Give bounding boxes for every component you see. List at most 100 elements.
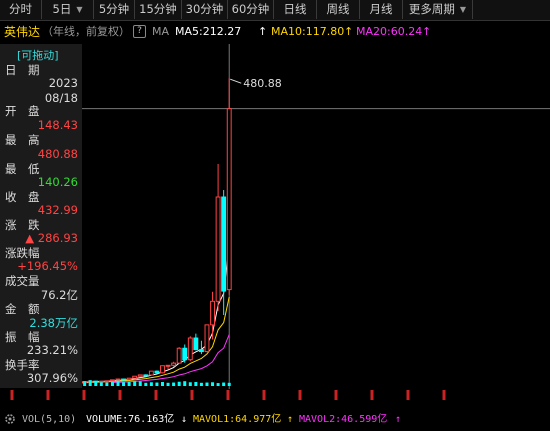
candle-body (176, 347, 182, 364)
volume-label: 成交量 (5, 274, 40, 288)
volume-bar (144, 382, 148, 386)
tab-7[interactable]: 周线 (317, 0, 360, 19)
period-tabs: 分时 5日 ▼ 5分钟 15分钟 30分钟 60分钟 日线 周线 月线 更多周期 ▼ (0, 0, 550, 21)
date-year: 2023 (48, 76, 78, 90)
volume-indicator-bar: VOL(5,10) VOLUME:76.163亿 ↓ MAVOL1:64.977… (0, 411, 550, 428)
candle-body (198, 349, 204, 353)
candle-body (121, 378, 127, 381)
volume-bar (227, 382, 231, 386)
volume-bar (199, 382, 203, 386)
tab-label: 15分钟 (139, 2, 177, 16)
volume-bar (88, 380, 92, 386)
tab-label: 月线 (369, 2, 393, 16)
volume-bar (172, 382, 176, 386)
volume-bar (138, 381, 142, 386)
low-label: 最 低 (5, 162, 40, 176)
candle-body (226, 108, 232, 291)
candle-body (160, 365, 165, 374)
candle-body (165, 364, 171, 367)
candle-body (137, 374, 143, 377)
volume-bar (116, 380, 120, 386)
volume-bar (166, 382, 170, 386)
volume-down-arrow-icon: ↓ (181, 414, 188, 425)
candle-body (215, 196, 221, 302)
volume-bar (160, 382, 164, 386)
max-price-label: 480.88 (243, 77, 282, 90)
close-value: 432.99 (37, 203, 78, 217)
tab-6[interactable]: 日线 (274, 0, 317, 19)
candle-body (193, 337, 199, 351)
high-label: 最 高 (5, 133, 40, 147)
turnover-value: 307.96% (26, 371, 78, 385)
candle-body (154, 370, 160, 374)
tab-0[interactable]: 分时 (0, 0, 42, 19)
tab-5[interactable]: 60分钟 (228, 0, 274, 19)
candle-body (104, 380, 110, 383)
tab-label: 周线 (326, 2, 350, 16)
vol-label: VOL(5,10) (22, 414, 77, 425)
volume-value: 76.2亿 (40, 288, 78, 302)
candle-body (143, 374, 149, 377)
mavol1-up-arrow-icon: ↑ (287, 414, 294, 425)
drag-label: [可拖动] (17, 49, 59, 62)
tab-label: 分时 (9, 2, 32, 16)
ma10-up-arrow-icon: ↑ (344, 25, 354, 38)
volume-bar (194, 382, 198, 386)
tab-label: 5日 (52, 2, 72, 16)
volume-bar (122, 382, 126, 386)
stock-name: 英伟达 (4, 25, 41, 39)
volume-bar (155, 382, 159, 386)
mavol2-value: MAVOL2:46.599亿 (299, 414, 388, 425)
ma20-up-arrow-icon: ↑ (422, 25, 432, 38)
candle-body (98, 380, 104, 383)
ma-label: MA (152, 25, 170, 38)
amplitude-value: 233.21% (26, 343, 78, 357)
tab-label: 30分钟 (185, 2, 224, 16)
gear-icon[interactable] (4, 411, 16, 431)
candle-body (187, 337, 193, 361)
info-panel[interactable]: [可拖动] 日 期 2023 08/18 开 盘 148.43 最 高 480.… (0, 44, 82, 388)
tab-4[interactable]: 30分钟 (182, 0, 228, 19)
mavol1-value: MAVOL1:64.977亿 (193, 414, 282, 425)
candle-body (93, 380, 99, 383)
volume-bar (205, 382, 209, 386)
volume-bar (177, 381, 181, 386)
question-icon[interactable]: ? (133, 25, 146, 38)
tab-1[interactable]: 5日 ▼ (42, 0, 94, 19)
volume-bar (222, 382, 226, 386)
volume-bar (105, 382, 109, 386)
date-label: 日 期 (5, 63, 40, 77)
volume-bar (99, 382, 103, 386)
chart-header: 英伟达 （年线，前复权） ? MA MA5:212.27 ↑ MA10:117.… (0, 22, 550, 42)
chevron-down-icon: ▼ (76, 5, 83, 14)
candle-body (148, 370, 154, 376)
volume-bar (127, 381, 131, 386)
close-label: 收 盘 (5, 190, 40, 204)
max-pointer (230, 78, 242, 84)
candle-body (221, 196, 227, 292)
volume-bar (110, 381, 114, 386)
tab-9[interactable]: 更多周期 ▼ (403, 0, 473, 19)
volume-bar (183, 381, 187, 386)
ma20-line (112, 334, 230, 383)
open-label: 开 盘 (5, 104, 40, 118)
change-pct-value: +196.45% (17, 259, 78, 273)
open-value: 148.43 (37, 118, 78, 132)
volume-value: VOLUME:76.163亿 (86, 414, 175, 425)
ma5-up-arrow-icon: ↑ (258, 25, 268, 38)
candle-body (126, 377, 132, 381)
tab-3[interactable]: 15分钟 (135, 0, 182, 19)
tab-8[interactable]: 月线 (360, 0, 403, 19)
candlestick-chart[interactable]: 480.88 (0, 44, 550, 411)
ma20-value: MA20:60.24 (356, 25, 423, 38)
candle-body (132, 375, 138, 379)
chevron-down-icon: ▼ (459, 5, 467, 14)
volume-bar (188, 382, 192, 386)
candle-body (115, 378, 121, 381)
candle-body (204, 324, 210, 353)
tab-2[interactable]: 5分钟 (94, 0, 135, 19)
volume-bar (83, 381, 87, 386)
candle-body (182, 347, 188, 361)
ma5-value: MA5:212.27 (175, 25, 242, 38)
low-value: 140.26 (37, 175, 78, 189)
